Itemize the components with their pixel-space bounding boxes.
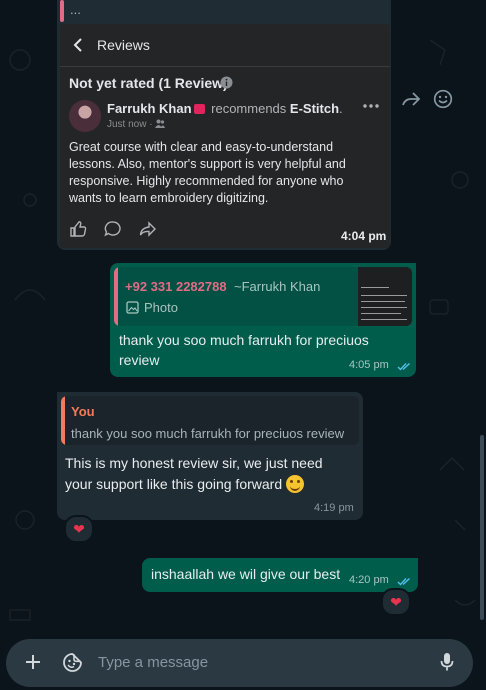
back-arrow-icon — [73, 38, 82, 52]
smiling-face-emoji-icon — [286, 475, 304, 493]
like-icon — [70, 220, 87, 237]
heart-icon: ❤ — [390, 594, 402, 610]
recommend-flag-icon — [193, 104, 205, 114]
outgoing-reply-bubble[interactable]: +92 331 2282788 ~Farrukh Khan Photo than… — [110, 263, 416, 377]
quoted-media-type: Photo — [144, 300, 178, 315]
friends-audience-icon — [155, 119, 166, 128]
emoji-reaction-icon[interactable] — [433, 89, 453, 109]
posted-time: Just now · — [107, 119, 153, 130]
info-icon — [220, 76, 233, 89]
more-options-icon — [363, 104, 379, 108]
microphone-icon[interactable] — [440, 652, 454, 672]
message-text: inshaallah we wil give our best — [151, 566, 341, 582]
attach-plus-icon[interactable] — [24, 653, 42, 671]
message-time: 4:05 pm — [349, 359, 389, 371]
screenshot-header: Reviews — [60, 24, 390, 67]
quoted-contact-name: ~Farrukh Khan — [234, 279, 321, 294]
read-ticks-icon — [397, 577, 410, 586]
heart-reaction[interactable]: ❤ — [64, 515, 94, 543]
chat-scrollbar[interactable] — [480, 435, 484, 620]
quote-snippet: ... — [70, 2, 81, 17]
quoted-author: You — [71, 404, 95, 419]
review-screenshot-image[interactable]: Reviews Not yet rated (1 Review) Farrukh… — [60, 24, 390, 248]
message-time: 4:20 pm — [349, 574, 389, 586]
message-input[interactable]: Type a message — [98, 654, 208, 671]
forward-icon[interactable] — [401, 90, 421, 108]
share-icon — [139, 221, 156, 237]
incoming-reply-bubble[interactable]: You thank you soo much farrukh for preci… — [57, 392, 363, 520]
comment-icon — [104, 221, 121, 237]
message-composer[interactable]: Type a message — [6, 639, 473, 687]
quoted-phone-number: +92 331 2282788 — [125, 279, 227, 294]
reviewer-line: Farrukh Khan recommends E-Stitch. — [107, 101, 343, 116]
review-body: Great course with clear and easy-to-unde… — [69, 140, 346, 205]
reviewer-avatar — [69, 100, 101, 132]
quoted-photo-thumbnail — [358, 267, 412, 326]
screenshot-title: Reviews — [97, 37, 150, 53]
quote-accent-bar — [61, 396, 65, 445]
read-ticks-icon — [397, 362, 410, 371]
quoted-text: thank you soo much farrukh for preciuos … — [71, 426, 345, 441]
message-text-wrap: This is my honest review sir, we just ne… — [65, 453, 345, 495]
reviewer-name: Farrukh Khan — [107, 101, 192, 116]
quote-accent-bar — [60, 0, 64, 22]
rating-status: Not yet rated (1 Review) — [69, 75, 228, 91]
heart-reaction[interactable]: ❤ — [381, 588, 411, 616]
sticker-emoji-icon[interactable] — [62, 652, 83, 673]
post-meta: Just now · — [107, 119, 166, 130]
message-time: 4:19 pm — [314, 502, 354, 514]
message-time: 4:04 pm — [341, 229, 387, 243]
quote-accent-bar — [114, 267, 118, 326]
outgoing-message-bubble[interactable]: inshaallah we wil give our best 4:20 pm — [142, 558, 418, 592]
quoted-message[interactable]: +92 331 2282788 ~Farrukh Khan Photo — [114, 267, 412, 326]
message-text: This is my honest review sir, we just ne… — [65, 455, 323, 492]
heart-icon: ❤ — [73, 521, 85, 537]
recommends-word: recommends — [211, 101, 287, 116]
quoted-message[interactable]: You thank you soo much farrukh for preci… — [61, 396, 359, 445]
photo-icon — [126, 301, 139, 314]
page-name: E-Stitch — [289, 101, 340, 116]
